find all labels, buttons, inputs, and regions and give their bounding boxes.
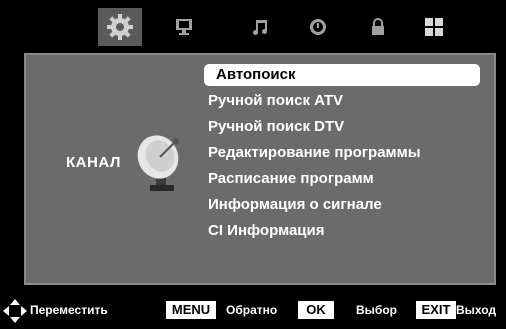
tab-bar (0, 0, 506, 48)
tv-menu-screen: КАНАЛ Автопоиск Ручной поиск ATV Ручной … (0, 0, 506, 329)
lock-icon (372, 18, 384, 35)
menu-item-auto-search[interactable]: Автопоиск (204, 64, 480, 86)
menu-item-signal-info[interactable]: Информация о сигнале (204, 194, 382, 216)
grid-icon (425, 18, 443, 36)
hint-move-label: Переместить (30, 303, 108, 317)
menu-panel: КАНАЛ Автопоиск Ручной поиск ATV Ручной … (24, 53, 496, 285)
gear-icon (107, 14, 133, 40)
menu-item-program-edit[interactable]: Редактирование программы (204, 142, 421, 164)
tab-picture[interactable] (162, 8, 206, 46)
menu-item-ci-info[interactable]: CI Информация (204, 220, 325, 242)
menu-item-manual-atv[interactable]: Ручной поиск ATV (204, 90, 343, 112)
menu-item-schedule[interactable]: Расписание программ (204, 168, 374, 190)
tab-features[interactable] (412, 8, 456, 46)
hint-select-label: Выбор (356, 303, 397, 317)
hint-back-label: Обратно (226, 303, 278, 317)
menu-key: MENU (166, 301, 216, 319)
music-note-icon (253, 20, 267, 35)
hint-bar: Переместить MENU Обратно OK Выбор EXIT В… (0, 292, 506, 329)
satellite-dish-icon (137, 135, 179, 191)
section-title: КАНАЛ (66, 154, 121, 171)
tab-settings[interactable] (98, 8, 142, 46)
tab-time[interactable] (296, 8, 340, 46)
hint-exit-label: Выход (456, 303, 497, 317)
ok-key: OK (298, 301, 334, 319)
exit-key: EXIT (416, 301, 456, 319)
tab-lock[interactable] (356, 8, 400, 46)
arrows-icon (3, 299, 27, 323)
clock-icon (310, 19, 326, 35)
monitor-icon (176, 19, 192, 35)
tab-sound[interactable] (238, 8, 282, 46)
menu-item-manual-dtv[interactable]: Ручной поиск DTV (204, 116, 344, 138)
